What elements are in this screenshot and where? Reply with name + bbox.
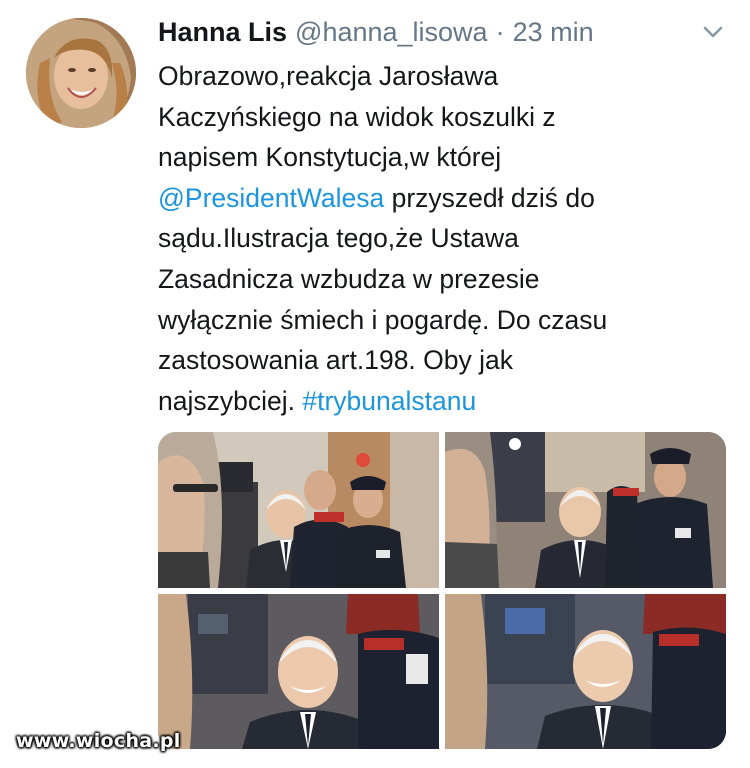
tweet-text: Obrazowo,reakcja Jarosława Kaczyńskiego …: [158, 56, 728, 421]
author-avatar[interactable]: [26, 18, 136, 128]
chevron-down-icon[interactable]: [700, 22, 726, 42]
hashtag-link[interactable]: #trybunalstanu: [302, 386, 476, 416]
tweet-text-part: przyszedł dziś do sądu.Ilustracja tego,ż…: [158, 182, 608, 416]
tweet-timestamp[interactable]: 23 min: [513, 17, 594, 48]
media-photo-4[interactable]: [445, 594, 726, 749]
media-photo-1[interactable]: [158, 432, 439, 588]
media-photo-3[interactable]: [158, 594, 439, 749]
author-name[interactable]: Hanna Lis: [158, 17, 287, 48]
media-photo-2[interactable]: [445, 432, 726, 588]
separator-dot: ·: [495, 16, 505, 47]
media-grid: [158, 432, 726, 749]
watermark: www.wiocha.pl: [16, 730, 181, 752]
tweet-header: Hanna Lis @hanna_lisowa · 23 min: [158, 12, 718, 52]
author-handle[interactable]: @hanna_lisowa: [295, 17, 488, 48]
mention-link[interactable]: @PresidentWalesa: [158, 183, 384, 213]
tweet-text-part: Obrazowo,reakcja Jarosława Kaczyńskiego …: [158, 61, 556, 173]
